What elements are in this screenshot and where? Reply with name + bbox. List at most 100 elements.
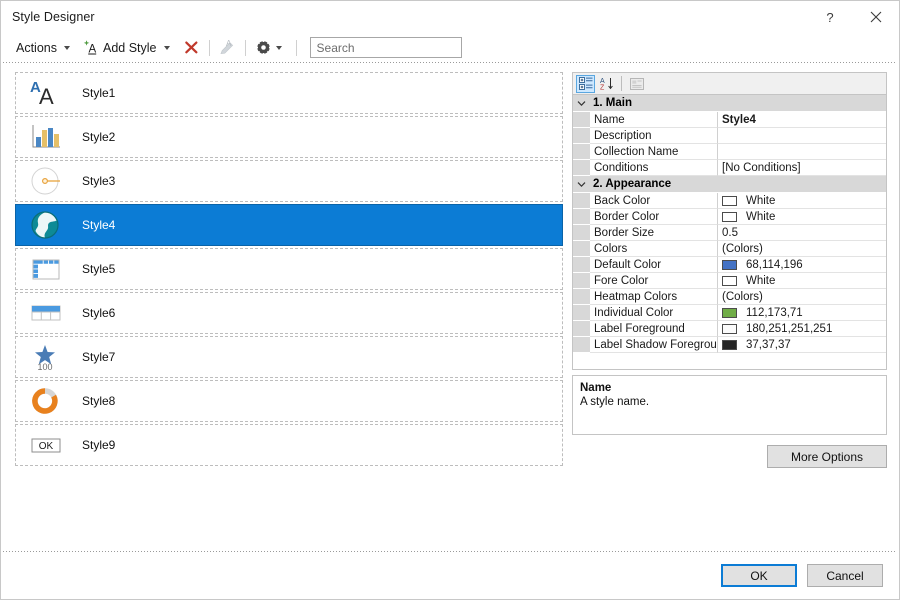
style-list-item-label: Style2 — [82, 130, 116, 144]
button-ok-icon: OK — [26, 428, 66, 462]
style-list-item-label: Style3 — [82, 174, 116, 188]
style-list-item-style6[interactable]: Style6 — [15, 292, 563, 334]
property-row-default-color[interactable]: Default Color 68,114,196 — [573, 257, 886, 273]
property-row-border-size[interactable]: Border Size 0.5 — [573, 225, 886, 241]
property-name: Back Color — [590, 193, 718, 209]
row-gutter — [573, 128, 590, 144]
property-value-text: White — [746, 274, 776, 287]
row-gutter — [573, 225, 590, 241]
actions-menu-button[interactable]: Actions — [9, 37, 79, 59]
property-value-text: 68,114,196 — [746, 258, 803, 271]
edit-style-icon: A — [219, 39, 236, 56]
chevron-down-icon[interactable] — [573, 100, 590, 107]
property-grid-rows: 1. Main Name Style4 Description Collecti… — [573, 95, 886, 353]
property-category-label: 2. Appearance — [593, 178, 672, 190]
actions-menu-label: Actions — [16, 40, 57, 55]
more-options-button[interactable]: More Options — [767, 445, 887, 468]
property-name: Description — [590, 128, 718, 144]
property-row-label-shadow-foreground[interactable]: Label Shadow Foregroun 37,37,37 — [573, 337, 886, 353]
alphabetical-sort-icon[interactable]: A Z — [597, 75, 616, 93]
style-list-item-label: Style4 — [82, 218, 116, 232]
property-row-label-foreground[interactable]: Label Foreground 180,251,251,251 — [573, 321, 886, 337]
style-list: A A Style1 Style2 Style3 Style4 Style5 S… — [15, 72, 563, 466]
main-toolbar: Actions A Add Style A Search — [1, 33, 899, 62]
row-gutter — [573, 321, 590, 337]
style-list-item-label: Style8 — [82, 394, 116, 408]
property-category-main[interactable]: 1. Main — [573, 95, 886, 112]
property-value[interactable]: (Colors) — [718, 241, 886, 257]
edit-style-button[interactable]: A — [215, 37, 240, 59]
property-name: Name — [590, 112, 718, 128]
property-description-text: A style name. — [580, 396, 650, 408]
property-row-description[interactable]: Description — [573, 128, 886, 144]
property-row-heatmap-colors[interactable]: Heatmap Colors (Colors) — [573, 289, 886, 305]
style-list-item-style8[interactable]: Style8 — [15, 380, 563, 422]
property-row-border-color[interactable]: Border Color White — [573, 209, 886, 225]
property-value[interactable]: 37,37,37 — [718, 337, 886, 353]
property-value[interactable] — [718, 144, 886, 160]
property-value[interactable]: (Colors) — [718, 289, 886, 305]
property-panel: A Z 1. Main Name Style4 Description Coll… — [572, 72, 887, 551]
help-button[interactable]: ? — [807, 1, 853, 33]
property-value[interactable]: White — [718, 193, 886, 209]
search-input[interactable]: Search — [309, 37, 462, 58]
property-value[interactable]: White — [718, 209, 886, 225]
property-row-name[interactable]: Name Style4 — [573, 112, 886, 128]
delete-style-button[interactable] — [179, 37, 204, 59]
style-list-item-style5[interactable]: Style5 — [15, 248, 563, 290]
color-swatch — [722, 339, 737, 350]
add-style-button[interactable]: A Add Style — [79, 37, 179, 59]
row-gutter — [573, 257, 590, 273]
dialog-footer: OK Cancel — [1, 551, 899, 599]
property-row-back-color[interactable]: Back Color White — [573, 193, 886, 209]
property-row-collection-name[interactable]: Collection Name — [573, 144, 886, 160]
toolbar-separator — [244, 39, 246, 56]
row-gutter — [573, 112, 590, 128]
svg-text:A: A — [39, 84, 54, 108]
close-button[interactable] — [853, 1, 899, 33]
property-value[interactable]: 68,114,196 — [718, 257, 886, 273]
property-value[interactable]: 0.5 — [718, 225, 886, 241]
style-list-item-style9[interactable]: OK Style9 — [15, 424, 563, 466]
property-grid[interactable]: 1. Main Name Style4 Description Collecti… — [572, 94, 887, 370]
settings-button[interactable] — [251, 37, 291, 59]
property-row-colors[interactable]: Colors (Colors) — [573, 241, 886, 257]
property-category-appearance[interactable]: 2. Appearance — [573, 176, 886, 193]
svg-text:Z: Z — [600, 85, 605, 91]
property-value[interactable]: White — [718, 273, 886, 289]
ok-button[interactable]: OK — [721, 564, 797, 587]
text-style-icon: A A — [26, 76, 66, 110]
property-value[interactable]: 180,251,251,251 — [718, 321, 886, 337]
property-name: Label Foreground — [590, 321, 718, 337]
property-value[interactable] — [718, 128, 886, 144]
property-value[interactable]: Style4 — [718, 112, 886, 128]
property-name: Fore Color — [590, 273, 718, 289]
more-options-row: More Options — [572, 445, 887, 468]
property-row-fore-color[interactable]: Fore Color White — [573, 273, 886, 289]
property-grid-toolbar: A Z — [572, 72, 887, 94]
chevron-down-icon[interactable] — [573, 181, 590, 188]
chevron-down-icon — [64, 45, 70, 50]
categorized-view-icon[interactable] — [576, 74, 595, 93]
table-grid-icon — [26, 252, 66, 286]
content-area: A A Style1 Style2 Style3 Style4 Style5 S… — [1, 63, 899, 551]
property-name: Colors — [590, 241, 718, 257]
property-row-conditions[interactable]: Conditions [No Conditions] — [573, 160, 886, 176]
cancel-button[interactable]: Cancel — [807, 564, 883, 587]
style-list-item-label: Style7 — [82, 350, 116, 364]
property-pages-icon[interactable] — [627, 75, 646, 93]
property-value[interactable]: 112,173,71 — [718, 305, 886, 321]
style-list-item-style3[interactable]: Style3 — [15, 160, 563, 202]
property-value[interactable]: [No Conditions] — [718, 160, 886, 176]
bar-chart-icon — [26, 120, 66, 154]
property-row-individual-color[interactable]: Individual Color 112,173,71 — [573, 305, 886, 321]
style-list-item-style1[interactable]: A A Style1 — [15, 72, 563, 114]
row-gutter — [573, 273, 590, 289]
color-swatch — [722, 323, 737, 334]
row-gutter — [573, 160, 590, 176]
style-list-item-style7[interactable]: 100 Style7 — [15, 336, 563, 378]
property-grid-empty-area — [573, 353, 886, 369]
property-description-title: Name — [580, 382, 612, 394]
style-list-item-style2[interactable]: Style2 — [15, 116, 563, 158]
style-list-item-style4[interactable]: Style4 — [15, 204, 563, 246]
